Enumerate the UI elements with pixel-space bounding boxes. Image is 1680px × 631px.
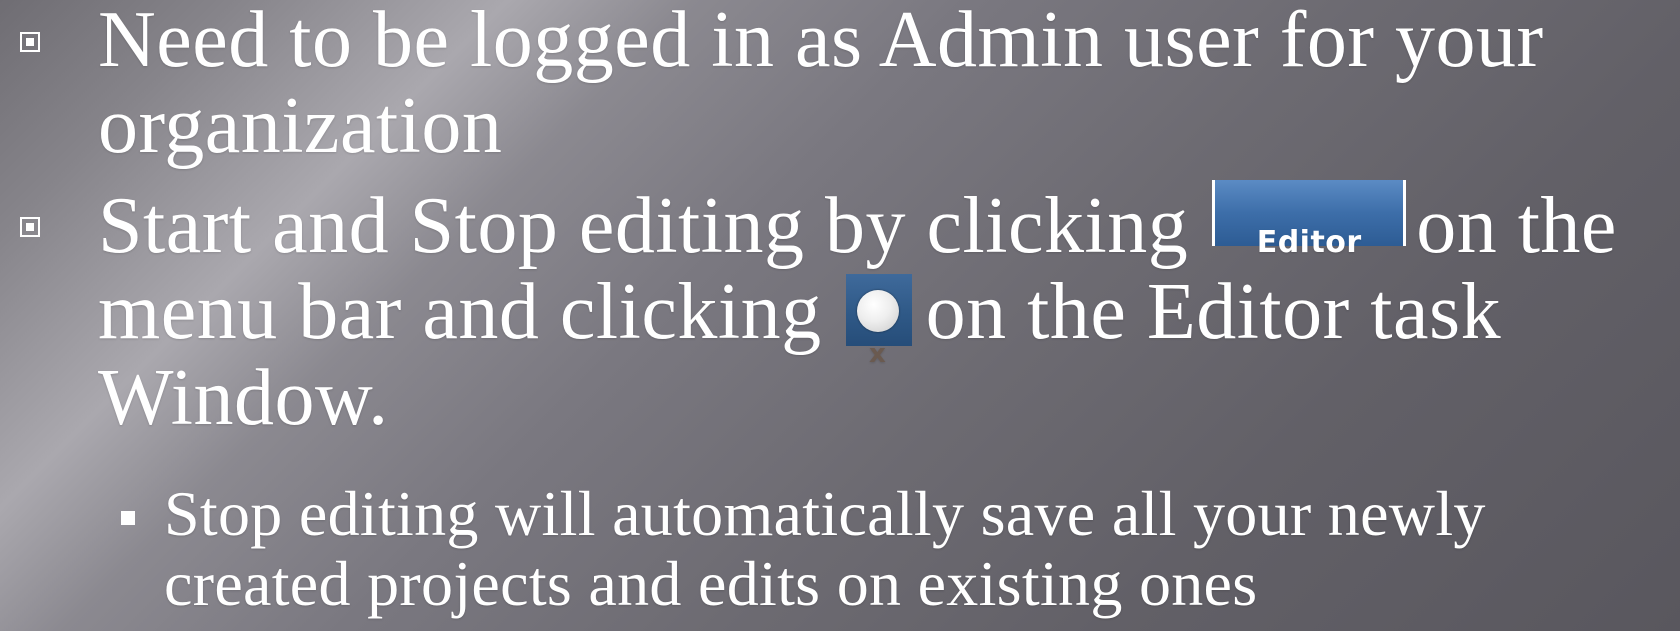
sub-bullet-marker-icon bbox=[121, 511, 135, 525]
bullet-text: menu bar and clicking bbox=[98, 268, 822, 356]
bullet-marker-icon bbox=[20, 217, 40, 237]
close-glyph: x bbox=[868, 339, 887, 369]
bullet-text: on the bbox=[1416, 182, 1617, 270]
bullet-text: Start and Stop editing by clicking bbox=[98, 182, 1189, 270]
editor-button-label: Editor bbox=[1256, 225, 1362, 260]
sub-bullet-text-line: Stop editing will automatically save all… bbox=[164, 478, 1486, 549]
close-icon: x bbox=[856, 290, 899, 369]
bullet-marker-icon bbox=[20, 32, 40, 52]
close-button: x bbox=[845, 274, 912, 369]
sub-bullet-text-line: created projects and edits on existing o… bbox=[164, 548, 1258, 619]
bullet-text-line: Start and Stop editing by clicking Editor… bbox=[98, 180, 1617, 272]
slide: Need to be logged in as Admin user for y… bbox=[0, 0, 1680, 631]
bullet-text-line: menu bar and clicking x on the Editor task bbox=[98, 266, 1502, 369]
bullet-text-line: Need to be logged in as Admin user for y… bbox=[98, 0, 1544, 84]
bullet-text-line: Window. bbox=[98, 354, 389, 442]
editor-button: Editor bbox=[1212, 180, 1407, 260]
bullet-text: on the Editor task bbox=[925, 268, 1502, 356]
bullet-text-line: organization bbox=[98, 82, 503, 170]
